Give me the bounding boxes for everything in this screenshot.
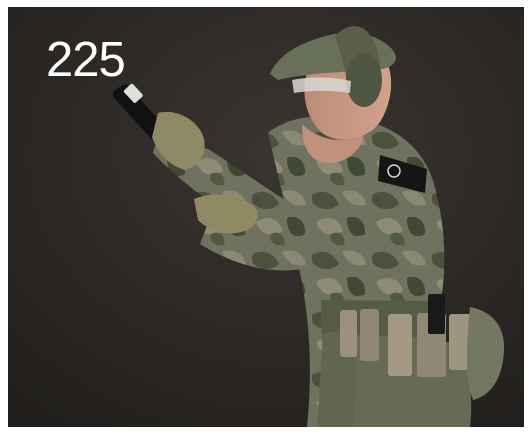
image-number-label: 225: [46, 33, 126, 87]
image-frame: 225: [0, 0, 532, 435]
safety-glasses: [292, 77, 351, 93]
photo: 225: [8, 7, 524, 427]
ear-cup: [346, 53, 382, 107]
